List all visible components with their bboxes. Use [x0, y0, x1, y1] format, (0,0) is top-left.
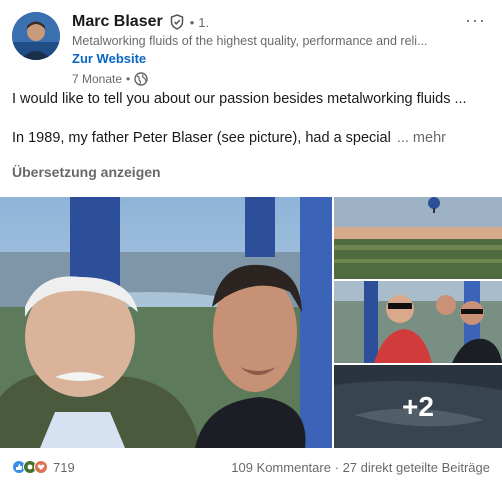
side-photo-1[interactable] — [334, 197, 502, 279]
post-stats: 109 Kommentare · 27 direkt geteilte Beit… — [231, 460, 490, 475]
side-photo-2[interactable] — [334, 281, 502, 363]
time-separator: • — [126, 72, 131, 86]
avatar[interactable] — [12, 12, 60, 60]
show-translation-button[interactable]: Übersetzung anzeigen — [12, 164, 161, 180]
post-text-line1: I would like to tell you about our passi… — [12, 91, 467, 107]
website-link[interactable]: Zur Website — [72, 51, 146, 66]
post-time: 7 Monate — [72, 72, 123, 86]
love-reaction-icon — [34, 460, 48, 474]
post-footer: 719 109 Kommentare · 27 direkt geteilte … — [12, 457, 490, 477]
more-options-icon[interactable]: ··· — [465, 10, 486, 31]
post-text-line2-content: In 1989, my father Peter Blaser (see pic… — [12, 130, 391, 146]
see-more-button[interactable]: ... mehr — [397, 130, 446, 146]
more-photos-count[interactable]: +2 — [334, 365, 502, 448]
post-header: Marc Blaser • 1. Metalworking fluids of … — [12, 10, 490, 86]
main-photo[interactable] — [0, 197, 332, 448]
connection-degree: 1. — [198, 14, 210, 30]
side-photo-3[interactable]: +2 — [334, 365, 502, 448]
shares-count[interactable]: 27 direkt geteilte Beiträge — [343, 460, 490, 475]
reaction-count[interactable]: 719 — [53, 460, 75, 475]
reactions-summary[interactable]: 719 — [12, 460, 75, 475]
name-bullet: • — [189, 14, 195, 30]
verified-icon — [169, 14, 185, 30]
author-meta: Marc Blaser • 1. Metalworking fluids of … — [72, 12, 460, 86]
post-text-line2: In 1989, my father Peter Blaser (see pic… — [12, 130, 446, 146]
author-name[interactable]: Marc Blaser — [72, 13, 163, 31]
comments-count[interactable]: 109 Kommentare — [231, 460, 331, 475]
author-headline: Metalworking fluids of the highest quali… — [72, 34, 428, 48]
stats-separator: · — [334, 459, 339, 475]
post-media-grid: +2 — [0, 197, 502, 448]
globe-icon — [134, 72, 148, 86]
